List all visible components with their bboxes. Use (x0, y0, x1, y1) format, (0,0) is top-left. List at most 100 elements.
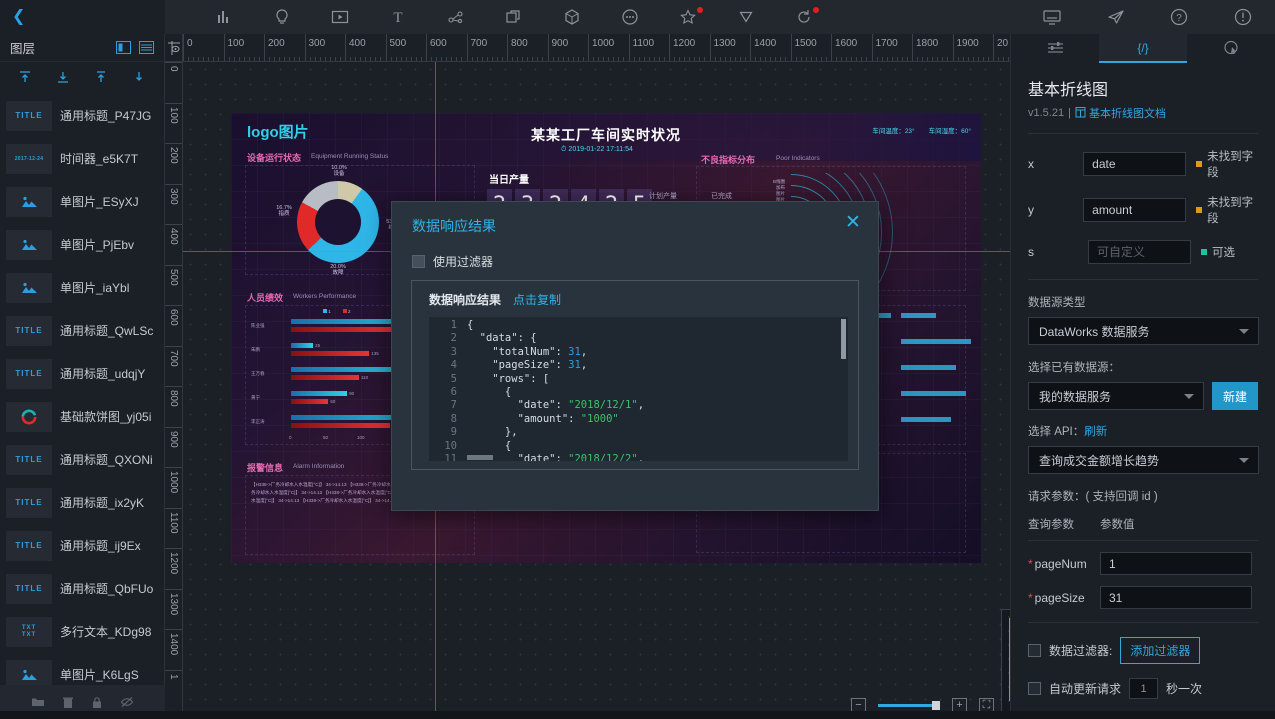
send-backward-icon[interactable] (131, 69, 147, 85)
ruler-minor-tick (568, 57, 569, 61)
ruler-minor-tick (684, 57, 685, 61)
kpi-plan-label: 计划产量 (649, 191, 677, 201)
code-line: "date": "2018/12/2", (467, 453, 848, 461)
vertical-ruler[interactable]: 0100200300400500600700800900100011001200… (165, 62, 183, 719)
param-value-input[interactable] (1100, 586, 1252, 609)
code-content[interactable]: { "data": { "totalNum": 31, "pageSize": … (463, 317, 848, 461)
list-item[interactable]: TITLE通用标题_ij9Ex (0, 524, 164, 567)
relation-icon[interactable] (427, 0, 485, 34)
ruler-minor-tick (553, 57, 554, 61)
cube-icon[interactable] (543, 0, 601, 34)
field-value-input[interactable] (1088, 240, 1191, 264)
layer-name: 通用标题_QXONi (60, 451, 153, 468)
shield-icon[interactable] (717, 0, 775, 34)
list-item[interactable]: TITLE通用标题_P47JG (0, 94, 164, 137)
auto-update-checkbox[interactable] (1028, 682, 1041, 695)
chart-icon[interactable] (195, 0, 253, 34)
add-filter-button[interactable]: 添加过滤器 (1120, 637, 1200, 664)
publish-send-icon[interactable] (1106, 8, 1126, 26)
more-circle-icon[interactable] (601, 0, 659, 34)
status-dot (1201, 249, 1207, 255)
bring-forward-icon[interactable] (93, 69, 109, 85)
code-line: { (467, 319, 848, 332)
info-warning-icon[interactable] (1233, 7, 1253, 27)
use-filter-checkbox[interactable] (412, 255, 425, 268)
media-icon[interactable] (311, 0, 369, 34)
refresh-icon[interactable] (775, 0, 833, 34)
lock-icon[interactable] (91, 696, 103, 709)
ruler-minor-tick (213, 57, 214, 61)
ruler-origin-icon[interactable] (165, 34, 183, 62)
code-viewer[interactable]: 1234567891011121314 { "data": { "totalNu… (429, 317, 848, 461)
ruler-minor-tick (846, 57, 847, 61)
list-item[interactable]: TITLE通用标题_QwLSc (0, 309, 164, 352)
layer-name: 单图片_ESyXJ (60, 193, 139, 210)
legend-2: 2 (343, 309, 351, 314)
auto-update-interval-input[interactable] (1129, 678, 1158, 699)
ruler-tick: 1000 (588, 34, 614, 62)
hide-eye-icon[interactable] (120, 696, 134, 708)
horizontal-ruler[interactable]: 0100200300400500600700800900100011001200… (183, 34, 1010, 62)
layers-list[interactable]: TITLE通用标题_P47JG2017-12-24时间器_e5K7T 单图片_ES… (0, 94, 164, 685)
list-item[interactable]: TITLE通用标题_QbFUo (0, 567, 164, 610)
ruler-minor-tick (801, 57, 802, 61)
refresh-badge-dot (813, 7, 819, 13)
copy-button[interactable]: 点击复制 (513, 291, 561, 308)
ruler-minor-tick (446, 57, 447, 61)
list-item[interactable]: 单图片_K6LgS (0, 653, 164, 685)
component-version: v1.5.21 (1028, 107, 1064, 119)
field-value-input[interactable] (1083, 152, 1186, 176)
tab-interaction[interactable] (1187, 34, 1275, 63)
list-item[interactable]: 单图片_ESyXJ (0, 180, 164, 223)
ruler-minor-tick (811, 57, 812, 61)
zoom-slider-knob[interactable] (932, 701, 940, 710)
bulb-icon[interactable] (253, 0, 311, 34)
layer-copy-icon[interactable] (485, 0, 543, 34)
clock-icon: ⏱ (561, 146, 566, 153)
ruler-minor-tick (421, 57, 422, 61)
align-top-icon[interactable] (17, 69, 33, 85)
ruler-minor-tick (254, 57, 255, 61)
field-value-input[interactable] (1083, 198, 1186, 222)
help-question-icon[interactable]: ? (1169, 7, 1189, 27)
code-vertical-scrollbar[interactable] (841, 319, 846, 359)
list-item[interactable]: TITLE通用标题_udqjY (0, 352, 164, 395)
list-item[interactable]: 基础款饼图_yj05i (0, 395, 164, 438)
list-view-icon[interactable] (139, 41, 154, 54)
doc-link[interactable]: 基本折线图文档 (1075, 105, 1166, 121)
zoom-slider[interactable] (878, 704, 940, 707)
ruler-minor-tick (720, 57, 721, 61)
preview-screen-icon[interactable] (1042, 8, 1062, 26)
tab-data[interactable]: {/} (1099, 34, 1187, 63)
folder-icon[interactable] (31, 696, 45, 708)
list-item[interactable]: 单图片_iaYbl (0, 266, 164, 309)
text-icon[interactable]: T (369, 0, 427, 34)
param-value-input[interactable] (1100, 552, 1252, 575)
star-icon[interactable] (659, 0, 717, 34)
new-datasource-button[interactable]: 新建 (1212, 382, 1258, 410)
list-item[interactable]: TITLE通用标题_QXONi (0, 438, 164, 481)
ruler-minor-tick (796, 57, 797, 61)
code-line: "pageSize": 31, (467, 359, 848, 372)
existing-ds-select[interactable]: 我的数据服务 (1028, 382, 1204, 410)
tab-settings[interactable] (1011, 34, 1099, 63)
list-item[interactable]: TITLE通用标题_ix2yK (0, 481, 164, 524)
layer-thumbnail: TITLE (6, 101, 52, 131)
filter-checkbox[interactable] (1028, 644, 1041, 657)
close-icon[interactable]: ✕ (842, 212, 864, 234)
datasource-type-select[interactable]: DataWorks 数据服务 (1028, 317, 1259, 345)
ruler-tick: 1300 (165, 589, 183, 615)
trash-icon[interactable] (62, 696, 74, 709)
panel-split-icon[interactable] (116, 41, 131, 54)
list-item[interactable]: 单图片_PjEbv (0, 223, 164, 266)
list-item[interactable]: 2017-12-24时间器_e5K7T (0, 137, 164, 180)
align-bottom-icon[interactable] (55, 69, 71, 85)
use-filter-row[interactable]: 使用过滤器 (412, 253, 493, 270)
ruler-minor-tick (856, 57, 857, 61)
api-select[interactable]: 查询成交金额增长趋势 (1028, 446, 1259, 474)
ruler-minor-tick (922, 57, 923, 61)
api-refresh-link[interactable]: 刷新 (1084, 426, 1107, 438)
back-chevron-icon[interactable]: ❮ (12, 9, 25, 25)
code-horizontal-scrollbar[interactable] (467, 455, 493, 460)
list-item[interactable]: TXTTXT多行文本_KDg98 (0, 610, 164, 653)
